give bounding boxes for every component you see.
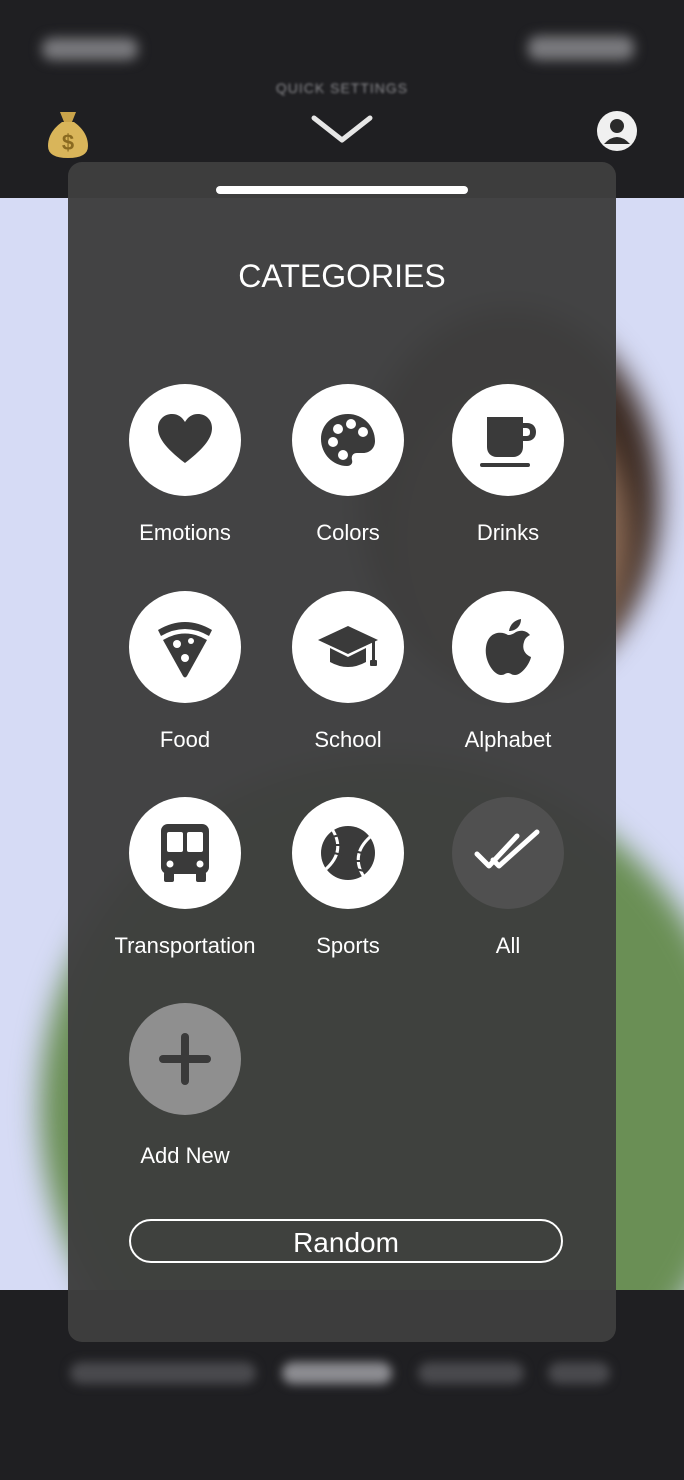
- random-button[interactable]: Random: [129, 1219, 563, 1263]
- palette-icon: [321, 414, 375, 466]
- svg-text:$: $: [62, 130, 74, 155]
- profile-icon[interactable]: [596, 110, 638, 152]
- category-add-new[interactable]: Add New: [95, 1003, 275, 1169]
- tab-blurred-3[interactable]: [418, 1362, 524, 1384]
- category-emotions[interactable]: Emotions: [95, 384, 275, 546]
- category-transportation[interactable]: Transportation: [95, 797, 275, 959]
- category-alphabet[interactable]: Alphabet: [418, 591, 598, 753]
- category-label: School: [314, 727, 382, 752]
- chevron-down-icon[interactable]: [310, 112, 374, 148]
- category-label: Food: [159, 727, 211, 752]
- category-circle[interactable]: [452, 384, 564, 496]
- category-circle[interactable]: [129, 591, 241, 703]
- category-label: Sports: [316, 933, 380, 958]
- tab-blurred-1[interactable]: [70, 1362, 256, 1384]
- categories-sheet: CATEGORIES Emotions Colors Drinks Food S…: [68, 162, 616, 1342]
- money-bag-icon[interactable]: $: [44, 108, 92, 160]
- tab-blurred-4[interactable]: [548, 1362, 610, 1384]
- category-label: All: [495, 933, 521, 958]
- category-label: Drinks: [476, 520, 540, 545]
- category-circle[interactable]: [129, 384, 241, 496]
- coffee-cup-icon: [480, 417, 536, 467]
- category-sports[interactable]: Sports: [258, 797, 438, 959]
- category-label: Emotions: [139, 520, 231, 545]
- drag-handle[interactable]: [216, 186, 468, 194]
- graduation-cap-icon: [318, 626, 378, 667]
- status-bar-time: [42, 38, 138, 60]
- category-label: Transportation: [114, 933, 256, 958]
- pizza-icon: [158, 622, 212, 678]
- category-circle[interactable]: [292, 591, 404, 703]
- category-school[interactable]: School: [258, 591, 438, 753]
- category-food[interactable]: Food: [95, 591, 275, 753]
- category-drinks[interactable]: Drinks: [418, 384, 598, 546]
- category-colors[interactable]: Colors: [258, 384, 438, 546]
- category-label: Colors: [316, 520, 380, 545]
- category-circle[interactable]: [292, 797, 404, 909]
- heart-icon: [158, 414, 212, 463]
- bus-icon: [161, 824, 209, 882]
- category-circle[interactable]: [129, 797, 241, 909]
- category-circle[interactable]: [452, 591, 564, 703]
- tab-blurred-2[interactable]: [282, 1362, 392, 1384]
- category-label: Alphabet: [464, 727, 552, 752]
- category-circle[interactable]: [292, 384, 404, 496]
- category-label: Add New: [140, 1143, 230, 1168]
- app-screen: QUICK SETTINGS $ CATEGORIES Emotions Col…: [0, 0, 684, 1480]
- category-circle[interactable]: [452, 797, 564, 909]
- category-circle[interactable]: [129, 1003, 241, 1115]
- quick-settings-label: QUICK SETTINGS: [275, 80, 409, 96]
- baseball-icon: [321, 826, 375, 880]
- sheet-title: CATEGORIES: [238, 258, 446, 294]
- status-bar-icons: [528, 36, 634, 60]
- plus-icon: [159, 1033, 211, 1085]
- apple-icon: [485, 619, 531, 675]
- category-all[interactable]: All: [418, 797, 598, 959]
- double-check-icon: [474, 829, 540, 869]
